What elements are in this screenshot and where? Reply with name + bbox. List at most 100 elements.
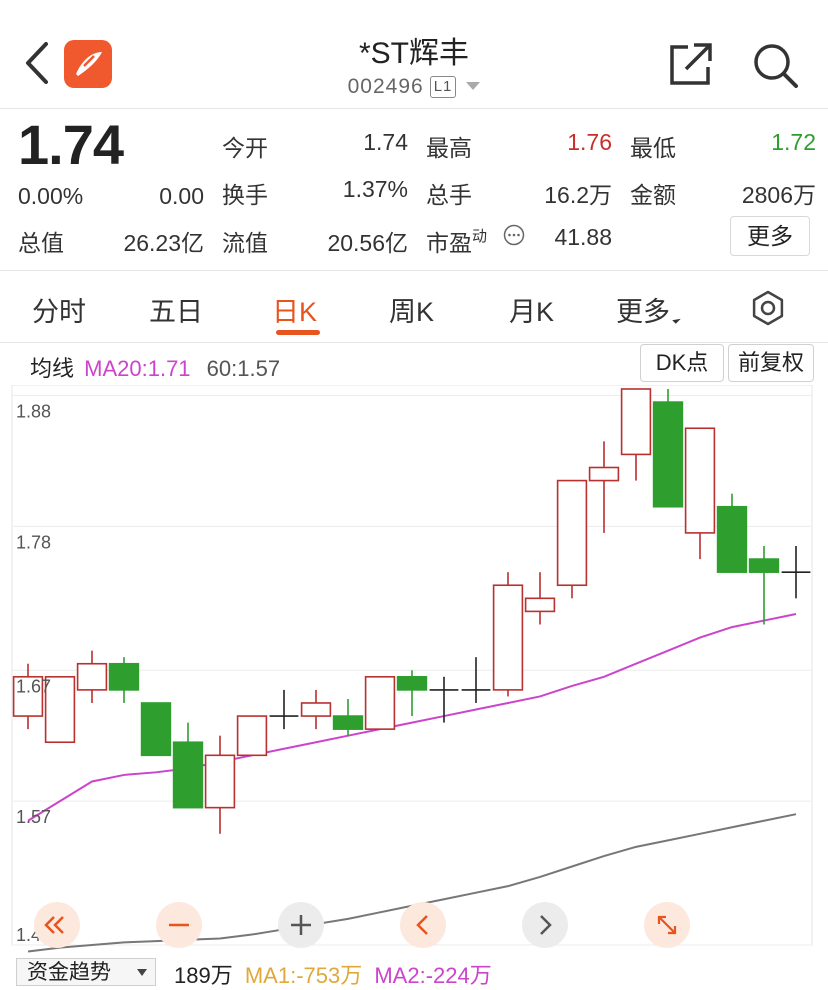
market-cap-label: 总值	[18, 230, 64, 256]
candle	[204, 735, 236, 834]
fullscreen-button[interactable]	[644, 902, 690, 948]
candle	[76, 650, 108, 703]
candle-body	[332, 715, 364, 730]
more-triangle-icon	[672, 315, 681, 324]
candle	[781, 545, 811, 599]
candle	[12, 663, 44, 730]
volume-value: 16.2万	[544, 182, 612, 208]
candle-body	[76, 662, 108, 691]
fund-ma1: MA1:-753万	[244, 963, 363, 988]
search-icon[interactable]	[752, 42, 800, 88]
level-badge: L1	[429, 76, 457, 98]
more-quote-button[interactable]: 更多	[730, 216, 810, 256]
candle	[461, 657, 491, 703]
low-label: 最低	[630, 135, 676, 161]
last-price: 1.74	[18, 113, 124, 176]
candle	[524, 572, 556, 625]
candle-body	[204, 754, 236, 809]
amount-value: 2806万	[741, 182, 816, 208]
tab-five-day[interactable]: 五日	[149, 290, 203, 329]
dk-point-button[interactable]: DK点	[640, 344, 724, 382]
candle	[652, 389, 684, 508]
fund-trend-select[interactable]: 资金趋势	[16, 958, 156, 986]
change-amount: 0.00	[159, 183, 204, 209]
candle	[492, 572, 524, 697]
open-value: 1.74	[363, 129, 408, 155]
chevron-left-icon	[416, 915, 428, 935]
y-tick-label: 1.57	[16, 807, 51, 827]
adjust-button[interactable]: 前复权	[728, 344, 814, 382]
candle-body	[108, 662, 140, 691]
candle-body	[236, 715, 268, 757]
stock-code: 002496	[347, 75, 424, 98]
volume-label: 总手	[426, 182, 472, 208]
candle	[108, 657, 140, 703]
float-value: 20.56亿	[327, 230, 408, 256]
candle	[332, 699, 364, 736]
tab-intraday[interactable]: 分时	[32, 290, 86, 329]
divider	[0, 270, 828, 271]
minus-icon	[169, 923, 189, 927]
tab-daily-k[interactable]: 日K	[272, 290, 317, 329]
candle	[620, 388, 652, 481]
candle-body	[396, 676, 428, 691]
candle	[140, 702, 172, 757]
ma60-value: 60:1.57	[206, 356, 281, 381]
double-chevron-left-icon	[44, 916, 64, 934]
fund-volume: 189万	[174, 963, 233, 988]
candle-body	[588, 466, 620, 482]
candle	[364, 676, 396, 730]
candle	[588, 441, 620, 533]
y-tick-label: 1.67	[16, 676, 51, 696]
float-label: 流值	[222, 230, 268, 256]
high-label: 最高	[426, 135, 472, 161]
candle	[269, 689, 299, 730]
top-bar: *ST辉丰 002496 L1	[0, 0, 828, 109]
amount-label: 金额	[630, 182, 676, 208]
candle-body	[748, 558, 780, 573]
dropdown-caret-icon	[137, 969, 147, 976]
move-left-button[interactable]	[400, 902, 446, 948]
candle	[716, 493, 748, 573]
tab-monthly-k[interactable]: 月K	[509, 290, 554, 329]
candle	[429, 676, 459, 723]
candle	[684, 427, 716, 560]
move-right-button[interactable]	[522, 902, 568, 948]
tab-more[interactable]: 更多	[616, 290, 681, 329]
candle	[300, 689, 332, 730]
candle-body	[652, 401, 684, 508]
gear-icon[interactable]	[750, 290, 786, 326]
candle-body	[556, 479, 588, 587]
kline-chart[interactable]: 1.881.781.671.571.46	[0, 385, 828, 955]
zoom-out-button[interactable]	[156, 902, 202, 948]
dropdown-caret-icon	[466, 82, 481, 90]
candle-body	[140, 702, 172, 757]
candle-body	[716, 505, 748, 573]
candle-body	[364, 676, 396, 730]
zoom-in-button[interactable]	[278, 902, 324, 948]
more-info-icon[interactable]	[503, 224, 525, 246]
tab-weekly-k[interactable]: 周K	[389, 290, 434, 329]
low-value: 1.72	[771, 129, 816, 155]
high-value: 1.76	[567, 129, 612, 155]
candle	[172, 722, 204, 809]
candle	[396, 670, 428, 717]
jump-start-button[interactable]	[34, 902, 80, 948]
expand-icon	[657, 915, 677, 935]
fund-legend: 189万 MA1:-753万 MA2:-224万	[174, 958, 492, 990]
y-tick-label: 1.88	[16, 402, 51, 422]
ma20-value: MA20:1.71	[84, 356, 191, 381]
pe-value: 41.88	[554, 224, 612, 250]
candle	[236, 715, 268, 757]
candle-body	[300, 702, 332, 717]
ma-legend: 均线 MA20:1.71 60:1.57	[30, 351, 280, 383]
share-icon[interactable]	[668, 43, 714, 87]
pe-sup: 动	[472, 228, 488, 245]
turnover-label: 换手	[222, 182, 268, 208]
candle-body	[620, 388, 652, 456]
candle-body	[492, 584, 524, 691]
fund-trend-label: 资金趋势	[27, 961, 111, 984]
active-tab-indicator	[276, 330, 320, 335]
chevron-right-icon	[540, 915, 552, 935]
candle-body	[684, 427, 716, 534]
